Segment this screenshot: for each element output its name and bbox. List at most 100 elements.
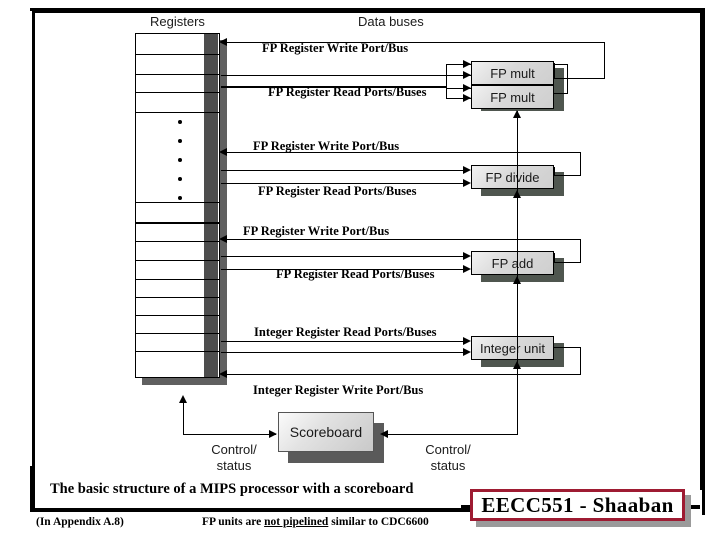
fp-write-bus-2-riser (580, 152, 581, 175)
fp-write-bus-2-arrow (219, 148, 227, 156)
course-badge-label: EECC551 - Shaaban (481, 492, 674, 517)
integer-unit-label: Integer unit (479, 340, 546, 356)
control-left-riser (183, 400, 184, 434)
frame-top-edge (32, 10, 702, 13)
register-row-divider (136, 333, 219, 334)
fp-read-bus-2-arrow-2 (463, 179, 471, 187)
register-row-divider (136, 351, 219, 352)
slide-caption: The basic structure of a MIPS processor … (50, 481, 414, 497)
fp-write-bus-3-line (221, 239, 580, 240)
control-arrow-to-integer-unit (513, 361, 521, 369)
fp-mult-2-output-top (554, 64, 568, 65)
fp-write-bus-1-riser (604, 42, 605, 78)
register-row-divider (136, 54, 219, 55)
control-status-right-line1: Control/ (425, 442, 471, 457)
fp-write-bus-3-arrow (219, 235, 227, 243)
register-row-divider (136, 92, 219, 93)
control-arrow-to-fp-add (513, 276, 521, 284)
register-bank-separator (136, 222, 219, 224)
ellipsis-dot (178, 177, 182, 181)
register-row-divider (136, 202, 219, 203)
fp-read-bus-1-arrow-2 (463, 71, 471, 79)
int-read-bus-arrow-2 (463, 348, 471, 356)
control-left-run (183, 434, 276, 435)
integer-unit-output-line (554, 347, 581, 348)
register-row-divider (136, 74, 219, 75)
control-left-in-arrow (269, 430, 277, 438)
register-row-divider (136, 112, 219, 113)
ellipsis-dot (178, 120, 182, 124)
register-row-divider (136, 297, 219, 298)
fp-read-bus-1-line-a (221, 75, 446, 76)
fp-read-bus-2-arrow-1 (463, 166, 471, 174)
fp-read-bus-3-line-a (221, 256, 463, 257)
course-badge: EECC551 - Shaaban (470, 489, 685, 521)
fp-read-bus-3-arrow-2 (463, 265, 471, 273)
fp-mult-1-output-drop (554, 63, 555, 79)
fp-read-bus-1-arrow-1 (463, 60, 471, 68)
fp-add-output-line (554, 262, 581, 263)
fp-read-bus-1-label: FP Register Read Ports/Buses (268, 85, 427, 99)
int-read-bus-arrow-1 (463, 337, 471, 345)
fp-write-bus-2-label: FP Register Write Port/Bus (253, 139, 400, 153)
fp-mult-2-output-line (554, 93, 568, 94)
header-data-buses: Data buses (358, 14, 424, 29)
int-write-bus-arrow (219, 370, 227, 378)
fp-add-unit-label: FP add (491, 255, 534, 271)
fp-read-bus-3-arrow-1 (463, 252, 471, 260)
control-left-arrow (179, 395, 187, 403)
fp-write-bus-3-riser (580, 239, 581, 262)
fp-mult-unit-1-label: FP mult (490, 65, 535, 81)
fp-mult-2-output-riser (567, 64, 568, 94)
control-status-left-line1: Control/ (211, 442, 257, 457)
fp-write-bus-3-label: FP Register Write Port/Bus (243, 224, 390, 238)
control-right-arrow (380, 430, 388, 438)
fp-add-output-drop (554, 253, 555, 263)
fp-read-bus-2-label: FP Register Read Ports/Buses (258, 184, 417, 198)
register-row-divider (136, 279, 219, 280)
fp-add-unit[interactable]: FP add (471, 251, 554, 275)
ellipsis-dot (178, 139, 182, 143)
control-right-riser (517, 111, 518, 435)
fp-write-bus-1-label: FP Register Write Port/Bus (262, 41, 409, 55)
register-row-divider (136, 260, 219, 261)
fp-mult-1-output-line (554, 78, 605, 79)
fp-read-bus-1-fan (446, 64, 447, 98)
fp-pipeline-note-post: similar to CDC6600 (328, 516, 429, 528)
fp-mult-unit-2-label: FP mult (490, 89, 535, 105)
fp-mult-unit-2[interactable]: FP mult (471, 85, 554, 109)
register-row-divider (136, 315, 219, 316)
ellipsis-dot (178, 196, 182, 200)
ellipsis-dot (178, 158, 182, 162)
control-arrow-to-fp-mult (513, 110, 521, 118)
int-read-bus-line-a (221, 341, 463, 342)
scoreboard-label: Scoreboard (289, 424, 363, 440)
appendix-note: (In Appendix A.8) (36, 516, 124, 528)
scoreboard[interactable]: Scoreboard (278, 412, 374, 452)
frame-right-edge (700, 10, 703, 490)
fp-read-bus-1-arrow-3 (463, 84, 471, 92)
control-arrow-to-fp-divide (513, 190, 521, 198)
integer-unit[interactable]: Integer unit (471, 336, 554, 360)
fp-mult-unit-1[interactable]: FP mult (471, 61, 554, 85)
fp-read-bus-3-label: FP Register Read Ports/Buses (276, 267, 435, 281)
frame-left-edge (32, 10, 35, 512)
int-write-bus-label: Integer Register Write Port/Bus (253, 383, 424, 397)
fp-pipeline-note: FP units are not pipelined similar to CD… (202, 516, 429, 528)
int-write-bus-riser (580, 347, 581, 375)
fp-read-bus-2-line-a (221, 170, 463, 171)
header-registers: Registers (150, 14, 205, 29)
fp-divide-output-drop (554, 167, 555, 176)
fp-divide-output-line (554, 175, 581, 176)
register-row-divider (136, 241, 219, 242)
int-write-bus-line (221, 374, 581, 375)
register-file-side-band (204, 34, 218, 377)
fp-divide-unit-label: FP divide (485, 169, 540, 185)
register-file (135, 33, 220, 378)
fp-write-bus-1-arrow (219, 38, 227, 46)
fp-pipeline-note-pre: FP units are (202, 516, 265, 528)
fp-read-bus-1-arrow-4 (463, 94, 471, 102)
fp-divide-unit[interactable]: FP divide (471, 165, 554, 189)
fp-pipeline-note-underline: not pipelined (264, 516, 329, 528)
control-right-run (384, 434, 517, 435)
